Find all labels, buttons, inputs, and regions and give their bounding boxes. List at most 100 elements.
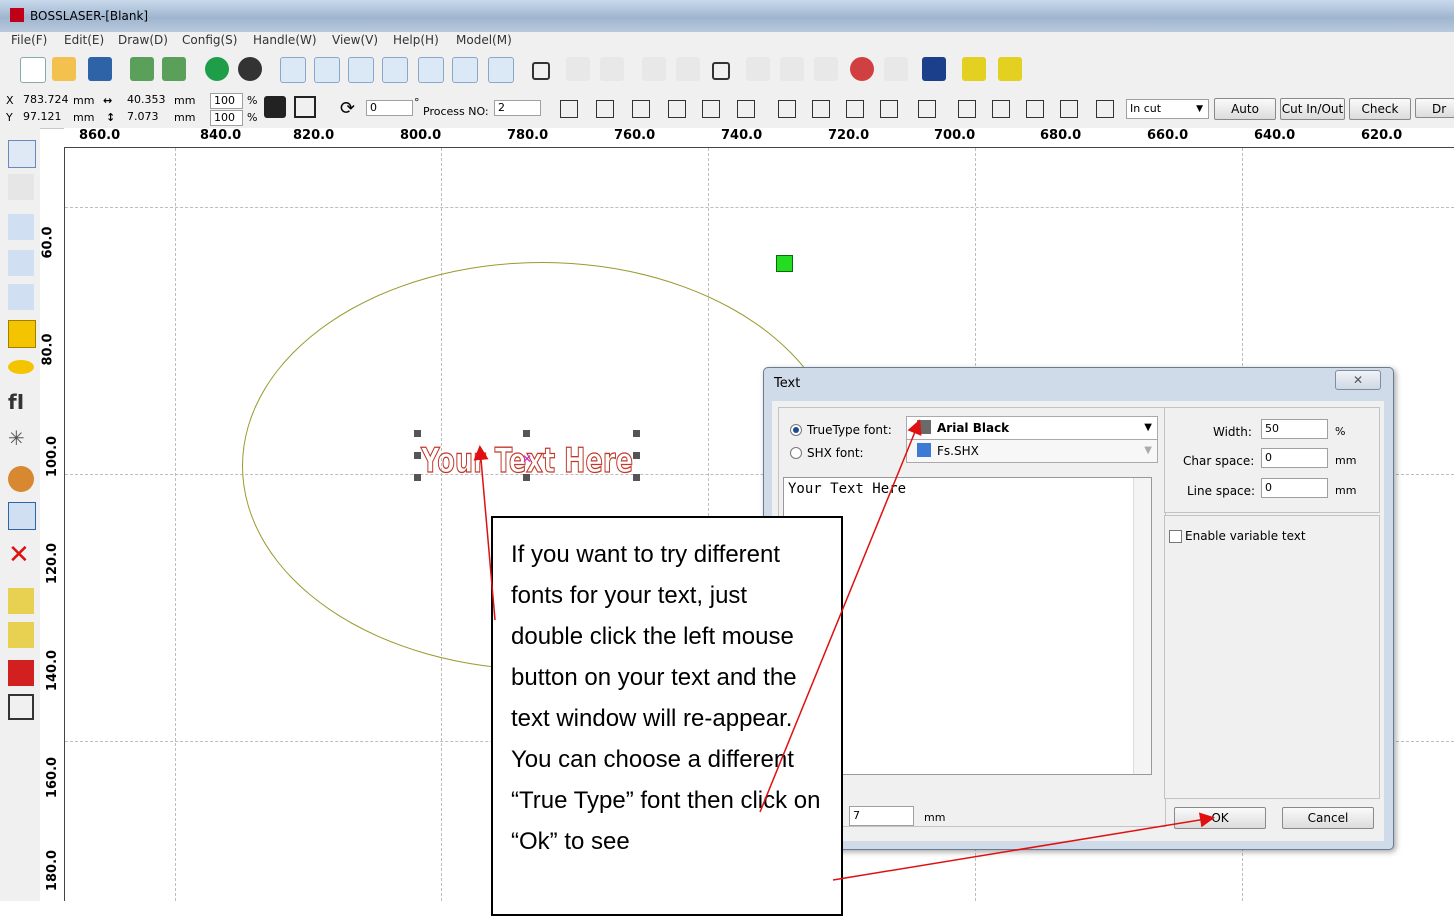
open-folder-icon[interactable] — [52, 57, 76, 81]
export-icon[interactable] — [162, 57, 186, 81]
rect-select-icon[interactable] — [532, 62, 550, 80]
handle-tm[interactable] — [523, 430, 530, 437]
bmp-icon[interactable] — [676, 57, 700, 81]
y-field[interactable]: 97.121 — [20, 110, 65, 124]
rotate-field[interactable]: 0 — [366, 100, 413, 116]
undo-icon[interactable] — [205, 57, 229, 81]
align-left-icon[interactable] — [560, 100, 578, 118]
laser-icon[interactable] — [850, 57, 874, 81]
align-top-icon[interactable] — [632, 100, 650, 118]
distribute-v-icon[interactable] — [814, 57, 838, 81]
draw-button[interactable]: Dr — [1415, 98, 1454, 118]
zoom-page-icon[interactable] — [452, 57, 478, 83]
delete-icon[interactable]: ✕ — [8, 542, 34, 568]
truetype-font-select[interactable]: Arial Black ▼ — [906, 416, 1158, 440]
align-hcenter-icon[interactable] — [702, 100, 720, 118]
handle-tl[interactable] — [414, 430, 421, 437]
align-right-icon[interactable] — [596, 100, 614, 118]
bitmap-tool-icon[interactable] — [8, 466, 34, 492]
pen-icon[interactable] — [600, 57, 624, 81]
handle-br[interactable] — [633, 474, 640, 481]
same-size-icon[interactable] — [846, 100, 864, 118]
zoom-all-icon[interactable] — [488, 57, 514, 83]
cancel-button[interactable]: Cancel — [1282, 807, 1374, 829]
handle-bm[interactable] — [523, 474, 530, 481]
text-tool-icon[interactable]: fI — [8, 390, 34, 416]
zoom-out-icon[interactable] — [314, 57, 340, 83]
ok-button[interactable]: OK — [1174, 807, 1266, 829]
truetype-radio[interactable] — [790, 424, 802, 436]
check-button[interactable]: Check — [1349, 98, 1411, 120]
frame-icon[interactable] — [712, 62, 730, 80]
menu-view[interactable]: View(V) — [332, 33, 378, 47]
same-width-icon[interactable] — [778, 100, 796, 118]
corner-br-icon[interactable] — [1026, 100, 1044, 118]
cut-inout-button[interactable]: Cut In/Out — [1280, 98, 1345, 120]
zoom-window-icon[interactable] — [348, 57, 374, 83]
zoom-in-icon[interactable] — [280, 57, 306, 83]
corner-tl-icon[interactable] — [958, 100, 976, 118]
corner-bl-icon[interactable] — [1060, 100, 1078, 118]
auto-button[interactable]: Auto — [1214, 98, 1276, 120]
scale-y-field[interactable]: 100 — [210, 110, 243, 126]
charspace-field[interactable]: 0 — [1261, 448, 1328, 468]
menu-file[interactable]: File(F) — [11, 33, 47, 47]
layer-icon[interactable] — [884, 57, 908, 81]
ellipse-icon[interactable] — [8, 360, 34, 374]
menu-model[interactable]: Model(M) — [456, 33, 512, 47]
curve-tool-icon[interactable] — [8, 284, 34, 310]
center-page-icon[interactable] — [1096, 100, 1114, 118]
group-icon[interactable] — [962, 57, 986, 81]
height-field[interactable]: 7 — [849, 806, 914, 826]
center-icon[interactable] — [294, 96, 316, 118]
redo-icon[interactable] — [238, 57, 262, 81]
menu-config[interactable]: Config(S) — [182, 33, 237, 47]
array-icon[interactable] — [8, 660, 34, 686]
shx-font-select[interactable]: Fs.SHX ▼ — [906, 439, 1158, 463]
select-arrow-icon[interactable] — [8, 140, 36, 168]
grid-tool-icon[interactable] — [8, 502, 36, 530]
curve-icon[interactable] — [642, 57, 666, 81]
monitor-icon[interactable] — [922, 57, 946, 81]
scale-x-field[interactable]: 100 — [210, 93, 243, 109]
process-field[interactable]: 2 — [494, 100, 541, 116]
linespace-field[interactable]: 0 — [1261, 478, 1328, 498]
height-field[interactable]: 7.073 — [124, 110, 169, 124]
origin-marker[interactable] — [776, 255, 793, 272]
point-icon[interactable]: ✳ — [8, 426, 34, 452]
node-icon[interactable] — [566, 57, 590, 81]
align-bottom-icon[interactable] — [668, 100, 686, 118]
import-icon[interactable] — [130, 57, 154, 81]
corner-tr-icon[interactable] — [992, 100, 1010, 118]
text-object[interactable]: Your Text Here ✕ — [414, 430, 640, 482]
menu-edit[interactable]: Edit(E) — [64, 33, 104, 47]
save-icon[interactable] — [88, 57, 112, 81]
align-icon[interactable] — [746, 57, 770, 81]
mirror-v-icon[interactable] — [8, 622, 34, 648]
distribute-h-icon[interactable] — [780, 57, 804, 81]
handle-ml[interactable] — [414, 452, 421, 459]
grid-arrange-icon[interactable] — [918, 100, 936, 118]
shx-radio[interactable] — [790, 447, 802, 459]
new-file-icon[interactable] — [20, 57, 46, 83]
variable-text-checkbox[interactable] — [1169, 530, 1182, 543]
align-vcenter-icon[interactable] — [737, 100, 755, 118]
line-icon[interactable] — [8, 214, 34, 240]
array-grid-icon[interactable] — [8, 694, 34, 720]
handle-mr[interactable] — [633, 452, 640, 459]
polyline-icon[interactable] — [8, 250, 34, 276]
cut-mode-select[interactable]: In cut ▼ — [1126, 99, 1209, 119]
width-field[interactable]: 50 — [1261, 419, 1328, 439]
zoom-select-icon[interactable] — [418, 57, 444, 83]
menu-help[interactable]: Help(H) — [393, 33, 439, 47]
width-field[interactable]: 40.353 — [124, 93, 169, 107]
rectangle-icon[interactable] — [8, 320, 36, 348]
ungroup-icon[interactable] — [998, 57, 1022, 81]
zoom-fit-icon[interactable] — [382, 57, 408, 83]
dialog-close-button[interactable]: ✕ — [1335, 370, 1381, 390]
menu-handle[interactable]: Handle(W) — [253, 33, 317, 47]
space-h-icon[interactable] — [880, 100, 898, 118]
same-height-icon[interactable] — [812, 100, 830, 118]
menu-draw[interactable]: Draw(D) — [118, 33, 168, 47]
x-field[interactable]: 783.724 — [20, 93, 69, 107]
